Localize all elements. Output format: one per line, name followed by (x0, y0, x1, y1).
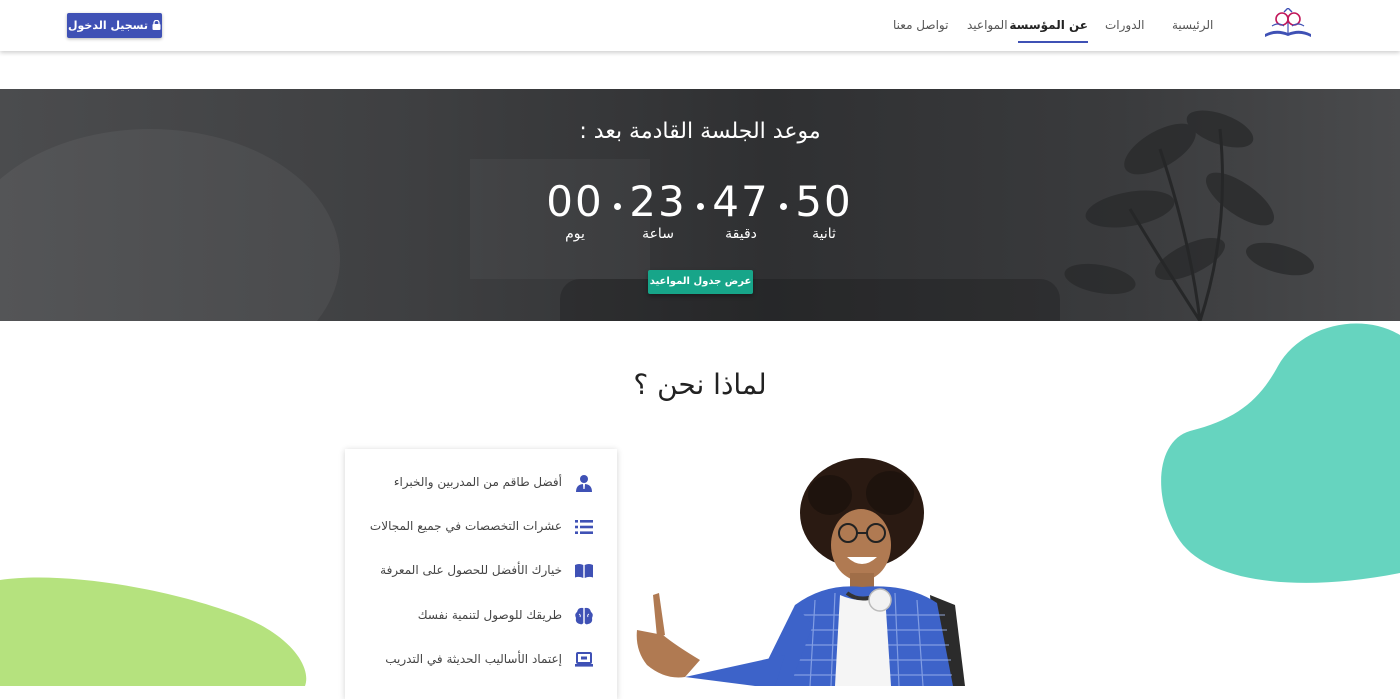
features-card: أفضل طاقم من المدربين والخبراء عشرات الت… (345, 449, 617, 699)
why-us-title: لماذا نحن ؟ (633, 368, 767, 401)
student-photo (636, 458, 965, 686)
lock-icon (152, 14, 161, 39)
feature-text: إعتماد الأساليب الحديثة في التدريب (385, 652, 562, 666)
nav-home[interactable]: الرئيسية (1172, 0, 1213, 41)
feature-item: إعتماد الأساليب الحديثة في التدريب (345, 638, 617, 682)
nav-about[interactable]: عن المؤسسة (1009, 0, 1088, 43)
feature-text: خيارك الأفضل للحصول على المعرفة (380, 563, 562, 577)
brain-icon (574, 606, 594, 626)
site-logo[interactable] (1262, 7, 1314, 40)
background-laptop-shape (560, 279, 1060, 321)
nav-schedule[interactable]: المواعيد (967, 0, 1008, 41)
feature-item: عشرات التخصصات في جميع المجالات (345, 505, 617, 549)
laptop-icon (574, 650, 594, 670)
feature-item: خيارك الأفضل للحصول على المعرفة (345, 549, 617, 593)
countdown-title: موعد الجلسة القادمة بعد : (579, 119, 821, 144)
view-schedule-button[interactable]: عرض جدول المواعيد (648, 270, 753, 294)
book-open-icon (574, 561, 594, 581)
list-icon (574, 517, 594, 537)
feature-text: عشرات التخصصات في جميع المجالات (369, 519, 562, 533)
nav-contact[interactable]: تواصل معنا (893, 0, 948, 41)
nav-courses[interactable]: الدورات (1105, 0, 1145, 41)
feature-item: أفضل طاقم من المدربين والخبراء (345, 461, 617, 505)
login-button[interactable]: تسجيل الدخول (67, 13, 162, 38)
countdown-hero: موعد الجلسة القادمة بعد : 50 47 23 00 ثا… (0, 89, 1400, 321)
decorative-teal-blob (1161, 323, 1400, 583)
user-tie-icon (574, 473, 594, 493)
feature-item: طريقك للوصول لتنمية نفسك (345, 594, 617, 638)
countdown-days: 00 (546, 177, 604, 226)
feature-text: أفضل طاقم من المدربين والخبراء (393, 475, 562, 489)
top-navbar: الرئيسية الدورات عن المؤسسة المواعيد توا… (0, 0, 1400, 51)
login-label: تسجيل الدخول (67, 19, 148, 32)
countdown-days-label: يوم (565, 226, 585, 242)
feature-text: طريقك للوصول لتنمية نفسك (417, 608, 562, 622)
decorative-green-blob (0, 577, 307, 686)
background-shape (0, 129, 340, 321)
